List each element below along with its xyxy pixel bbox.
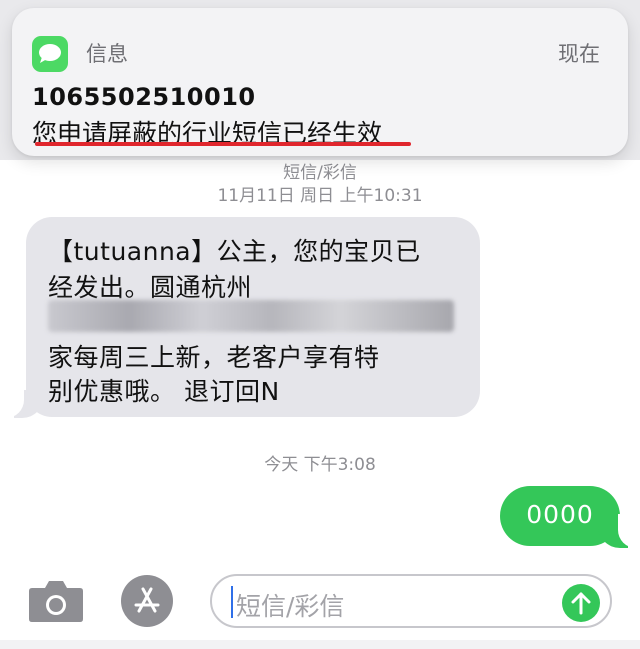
incoming-message-line: 别优惠哦。 退订回N [48, 377, 280, 406]
bottom-strip [0, 640, 640, 649]
redacted-text-blur [48, 300, 454, 332]
app-store-icon[interactable] [121, 575, 173, 627]
timestamp-second: 今天 下午3:08 [264, 455, 376, 475]
incoming-message-line: 家每周三上新，老客户享有特 [48, 343, 380, 372]
message-input-placeholder: 短信/彩信 [236, 592, 345, 621]
notification-banner[interactable]: 信息 现在 1065502510010 您申请屏蔽的行业短信已经生效 [12, 8, 628, 156]
camera-icon[interactable] [28, 578, 84, 622]
send-arrow-icon[interactable] [562, 584, 600, 622]
text-cursor [231, 586, 233, 618]
incoming-message-line: 【tutuanna】公主，您的宝贝已 [48, 237, 421, 266]
banner-sender: 1065502510010 [32, 83, 256, 111]
banner-time: 现在 [558, 42, 600, 66]
incoming-message-line: 经发出。圆通杭州 [48, 273, 253, 302]
outgoing-message-text: 0000 [526, 500, 594, 529]
service-label: 短信/彩信 [283, 163, 357, 183]
red-underline-annotation [35, 142, 411, 146]
banner-app-name: 信息 [86, 42, 128, 66]
timestamp-first: 11月11日 周日 上午10:31 [217, 186, 423, 206]
messages-app-icon [32, 36, 68, 72]
